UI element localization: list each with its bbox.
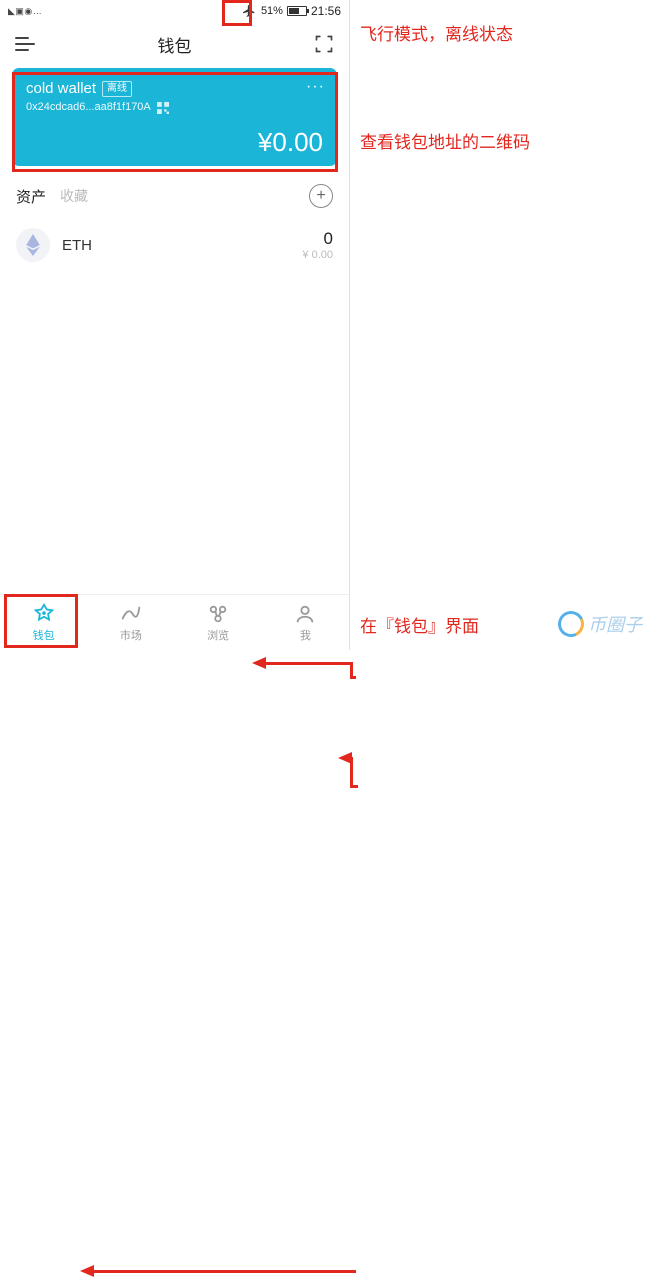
asset-fiat: ¥ 0.00 [302,249,333,261]
tab-assets[interactable]: 资产 [16,186,46,207]
top-nav: 钱包 [0,22,349,66]
add-asset-button[interactable]: + [309,184,333,208]
status-left: ◣ ▣ ◉ … [8,6,41,17]
status-right: 51% 21:56 [241,3,341,19]
tab-me[interactable]: 我 [262,595,349,650]
asset-row-eth[interactable]: ETH 0 ¥ 0.00 [0,216,349,274]
watermark-text: 币圈子 [588,611,642,637]
airplane-icon [241,3,257,19]
annotation-airplane: 飞行模式，离线状态 [360,20,513,45]
menu-icon[interactable] [14,33,36,55]
tab-browser[interactable]: 浏览 [175,595,262,650]
battery-icon [287,6,307,16]
status-bar: ◣ ▣ ◉ … 51% 21:56 [0,0,349,22]
annotation-qr: 查看钱包地址的二维码 [360,128,530,153]
tab-browser-label: 浏览 [207,627,229,643]
scan-icon[interactable] [313,33,335,55]
tab-market[interactable]: 市场 [87,595,174,650]
status-time: 21:56 [311,4,341,18]
wallet-name: cold wallet [26,80,96,97]
annotation-tab: 在『钱包』界面 [360,612,479,637]
me-tab-icon [294,603,316,625]
wallet-more-icon[interactable]: ··· [306,78,325,96]
status-misc-icons: ◣ ▣ ◉ … [8,6,41,17]
tab-me-label: 我 [300,627,311,643]
assets-header: 资产 收藏 + [0,166,349,216]
wallet-card-wrap: cold wallet 离线 ··· 0x24cdcad6...aa8f1f17… [0,66,349,166]
tab-market-label: 市场 [120,627,142,643]
phone-screen: ◣ ▣ ◉ … 51% 21:56 钱包 cold wallet 离线 ··· [0,0,350,650]
asset-symbol: ETH [62,237,302,254]
market-tab-icon [120,603,142,625]
wallet-address: 0x24cdcad6...aa8f1f170A [26,101,151,113]
tab-bar: 钱包 市场 浏览 我 [0,594,349,650]
wallet-tab-icon [33,603,55,625]
offline-badge: 离线 [102,81,132,97]
tab-wallet[interactable]: 钱包 [0,595,87,650]
page-title: 钱包 [158,32,192,57]
browser-tab-icon [207,603,229,625]
eth-icon [16,228,50,262]
asset-amount: 0 [302,229,333,249]
qr-icon[interactable] [157,101,169,113]
tab-collect[interactable]: 收藏 [60,186,88,207]
wallet-balance: ¥0.00 [258,127,323,158]
wallet-card[interactable]: cold wallet 离线 ··· 0x24cdcad6...aa8f1f17… [12,68,337,166]
watermark-icon [554,607,587,640]
tab-wallet-label: 钱包 [33,627,55,643]
watermark: 币圈子 [558,611,642,637]
battery-percent: 51% [261,5,283,17]
